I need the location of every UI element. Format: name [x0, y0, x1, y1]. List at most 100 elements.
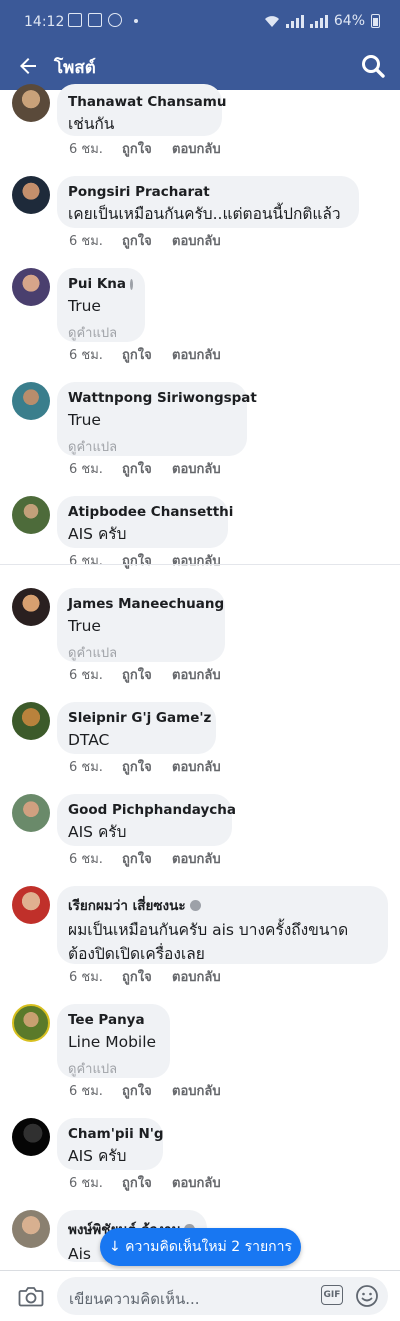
comment-actions: 6 ชม. ถูกใจ ตอบกลับ [69, 1172, 221, 1193]
comment-actions: 6 ชม. ถูกใจ ตอบกลับ [69, 848, 221, 869]
comment-text: AIS ครับ [68, 525, 127, 543]
commenter-name[interactable]: Tee Panya [68, 1012, 158, 1028]
gif-button[interactable]: GIF [321, 1285, 343, 1305]
avatar[interactable] [12, 1118, 50, 1156]
see-translation-link[interactable]: ดูคำแปล [68, 436, 235, 457]
comment-actions: 6 ชม. ถูกใจ ตอบกลับ [69, 550, 221, 571]
emoji-icon[interactable] [355, 1284, 379, 1308]
comment-bubble: James Maneechuang True ดูคำแปล [57, 588, 225, 662]
like-button[interactable]: ถูกใจ [122, 756, 172, 777]
comment-time: 6 ชม. [69, 234, 103, 249]
search-icon[interactable] [360, 53, 386, 79]
avatar[interactable] [12, 496, 50, 534]
reply-button[interactable]: ตอบกลับ [172, 344, 221, 365]
status-bar: 14:12 64% [0, 0, 400, 42]
comment-time: 6 ชม. [69, 760, 103, 775]
comment-text: True [68, 617, 101, 635]
comment-input[interactable]: เขียนความคิดเห็น... GIF [57, 1277, 388, 1315]
commenter-name[interactable]: James Maneechuang [68, 596, 224, 612]
like-button[interactable]: ถูกใจ [122, 458, 172, 479]
wifi-icon [264, 16, 279, 27]
comment-time: 6 ชม. [69, 1176, 103, 1191]
avatar[interactable] [12, 382, 50, 420]
reply-button[interactable]: ตอบกลับ [172, 848, 221, 869]
comment-bubble: Wattnpong Siriwongspat True ดูคำแปล [57, 382, 257, 457]
arrow-left-icon[interactable] [16, 54, 40, 78]
divider [0, 564, 400, 565]
see-translation-link[interactable]: ดูคำแปล [68, 322, 133, 343]
comment-text-line-2: ต้องปิดเปิดเครื่องเลย [68, 945, 205, 963]
new-comments-button[interactable]: ↓ ความคิดเห็นใหม่ 2 รายการ [100, 1228, 301, 1266]
comment-bubble: Good Pichphandaycha AIS ครับ [57, 794, 236, 846]
new-comments-label: ↓ ความคิดเห็นใหม่ 2 รายการ [108, 1239, 293, 1255]
reply-button[interactable]: ตอบกลับ [172, 1080, 221, 1101]
see-translation-link[interactable]: ดูคำแปล [68, 1058, 158, 1079]
like-button[interactable]: ถูกใจ [122, 848, 172, 869]
do-not-disturb-icon [108, 13, 122, 27]
commenter-name[interactable]: Atipbodee Chansetthi [68, 504, 233, 520]
reply-button[interactable]: ตอบกลับ [172, 550, 221, 571]
comment-text: เคยเป็นเหมือนกันครับ..แต่ตอนนี้ปกติแล้ว [68, 205, 341, 223]
like-button[interactable]: ถูกใจ [122, 966, 172, 987]
comment-bubble: Thanawat Chansamu เช่นกัน [57, 84, 226, 136]
avatar[interactable] [12, 794, 50, 832]
comment-text: AIS ครับ [68, 823, 127, 841]
comment-time: 6 ชม. [69, 348, 103, 363]
avatar[interactable] [12, 268, 50, 306]
like-button[interactable]: ถูกใจ [122, 138, 172, 159]
commenter-name[interactable]: Thanawat Chansamu [68, 94, 226, 110]
avatar[interactable] [12, 886, 50, 924]
avatar[interactable] [12, 1004, 50, 1042]
comment-bubble: Sleipnir G'j Game'z DTAC [57, 702, 216, 754]
comment-actions: 6 ชม. ถูกใจ ตอบกลับ [69, 966, 221, 987]
reply-button[interactable]: ตอบกลับ [172, 664, 221, 685]
avatar[interactable] [12, 702, 50, 740]
like-button[interactable]: ถูกใจ [122, 230, 172, 251]
comment-actions: 6 ชม. ถูกใจ ตอบกลับ [69, 138, 221, 159]
comment-actions: 6 ชม. ถูกใจ ตอบกลับ [69, 756, 221, 777]
comment-text: Line Mobile [68, 1033, 157, 1051]
like-button[interactable]: ถูกใจ [122, 1172, 172, 1193]
comment-text: DTAC [68, 731, 110, 749]
reply-button[interactable]: ตอบกลับ [172, 966, 221, 987]
commenter-name[interactable]: Cham'pii N'g [68, 1126, 164, 1142]
comment-bubble: Pui Kna True ดูคำแปล [57, 268, 145, 342]
avatar[interactable] [12, 1210, 50, 1248]
commenter-name[interactable]: Pongsiri Pracharat [68, 184, 347, 200]
comment-bubble: Atipbodee Chansetthi AIS ครับ [57, 496, 233, 548]
commenter-name[interactable]: เรียกผมว่า เสี่ยซงนะ [68, 894, 186, 916]
see-translation-link[interactable]: ดูคำแปล [68, 642, 213, 663]
reply-button[interactable]: ตอบกลับ [172, 1172, 221, 1193]
reply-button[interactable]: ตอบกลับ [172, 230, 221, 251]
app-bar: โพสต์ [0, 42, 400, 90]
comment-time: 6 ชม. [69, 852, 103, 867]
like-button[interactable]: ถูกใจ [122, 664, 172, 685]
gif-label: GIF [323, 1290, 341, 1300]
comment-bubble: Cham'pii N'g AIS ครับ [57, 1118, 164, 1170]
signal-icon-2 [309, 14, 328, 28]
commenter-name[interactable]: Sleipnir G'j Game'z [68, 710, 211, 726]
comment-bubble: Pongsiri Pracharat เคยเป็นเหมือนกันครับ.… [57, 176, 359, 228]
avatar[interactable] [12, 84, 50, 122]
gallery-icon [68, 13, 82, 27]
reply-button[interactable]: ตอบกลับ [172, 756, 221, 777]
commenter-name[interactable]: Wattnpong Siriwongspat [68, 390, 257, 406]
like-button[interactable]: ถูกใจ [122, 550, 172, 571]
like-button[interactable]: ถูกใจ [122, 1080, 172, 1101]
commenter-name-row: Sleipnir G'j Game'z [68, 710, 211, 726]
comment-actions: 6 ชม. ถูกใจ ตอบกลับ [69, 344, 221, 365]
page-title: โพสต์ [54, 58, 96, 78]
avatar[interactable] [12, 176, 50, 214]
reply-button[interactable]: ตอบกลับ [172, 458, 221, 479]
commenter-name[interactable]: Pui Kna [68, 276, 126, 292]
wave-icon [189, 899, 201, 911]
comment-actions: 6 ชม. ถูกใจ ตอบกลับ [69, 664, 221, 685]
commenter-name[interactable]: Good Pichphandaycha [68, 802, 236, 818]
comment-text: เช่นกัน [68, 115, 115, 133]
camera-icon[interactable] [18, 1284, 44, 1308]
reply-button[interactable]: ตอบกลับ [172, 138, 221, 159]
comment-text: AIS ครับ [68, 1147, 127, 1165]
avatar[interactable] [12, 588, 50, 626]
like-button[interactable]: ถูกใจ [122, 344, 172, 365]
comment-input-placeholder: เขียนความคิดเห็น... [69, 1290, 200, 1308]
